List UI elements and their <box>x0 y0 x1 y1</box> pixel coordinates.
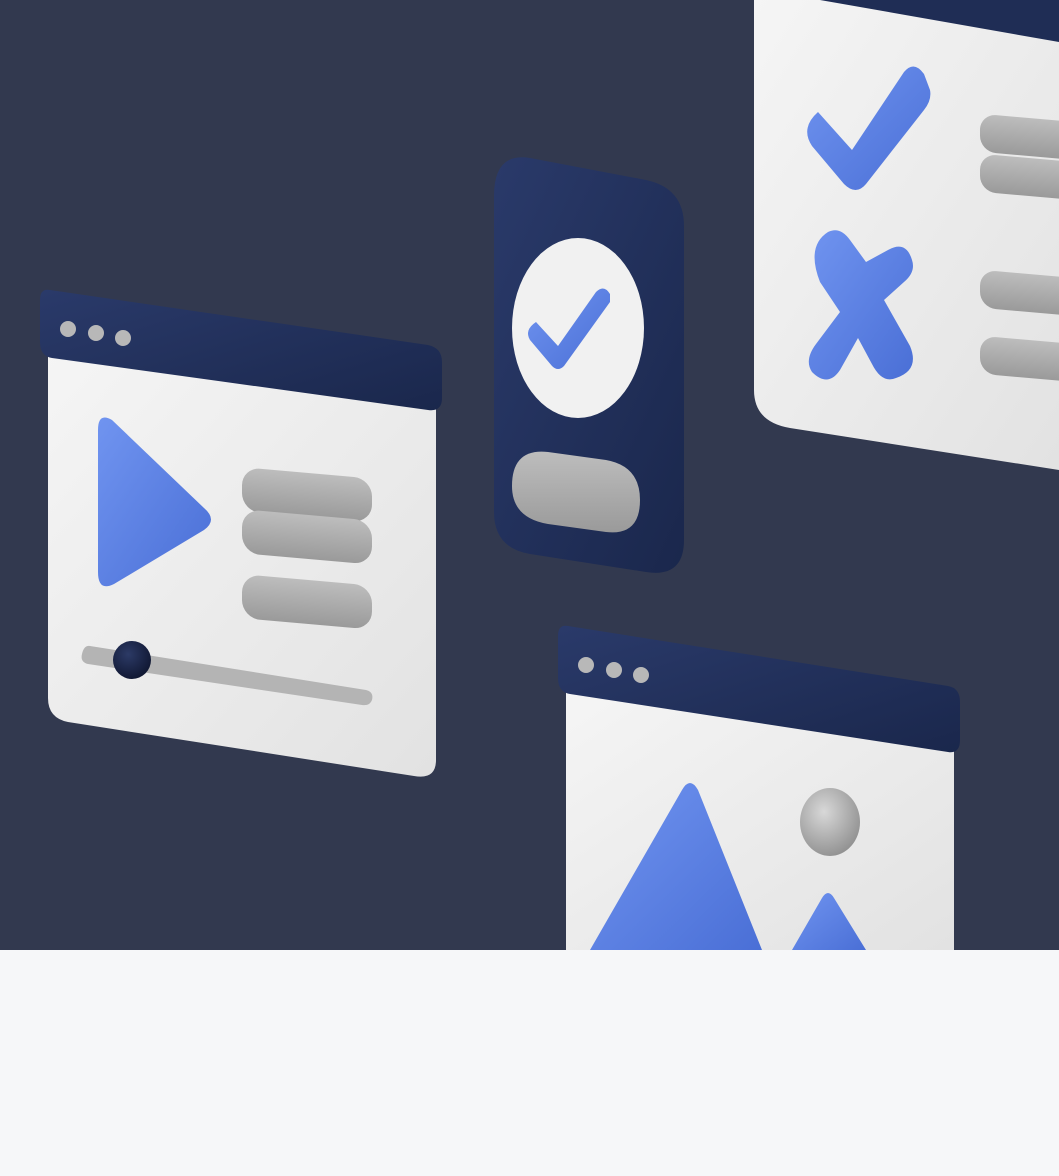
content-area <box>0 950 1059 1176</box>
window-dot-icon <box>115 330 131 346</box>
window-dot-icon <box>578 657 594 673</box>
window-dot-icon <box>60 321 76 337</box>
window-dot-icon <box>606 662 622 678</box>
page <box>0 0 1059 1176</box>
window-dot-icon <box>88 325 104 341</box>
window-dot-icon <box>633 667 649 683</box>
sun-icon <box>800 788 860 856</box>
slider-knob[interactable] <box>113 641 151 679</box>
checklist-window <box>754 0 1059 470</box>
hero-illustration <box>0 0 1059 950</box>
video-player-window <box>40 289 442 777</box>
phone-device <box>494 157 684 573</box>
